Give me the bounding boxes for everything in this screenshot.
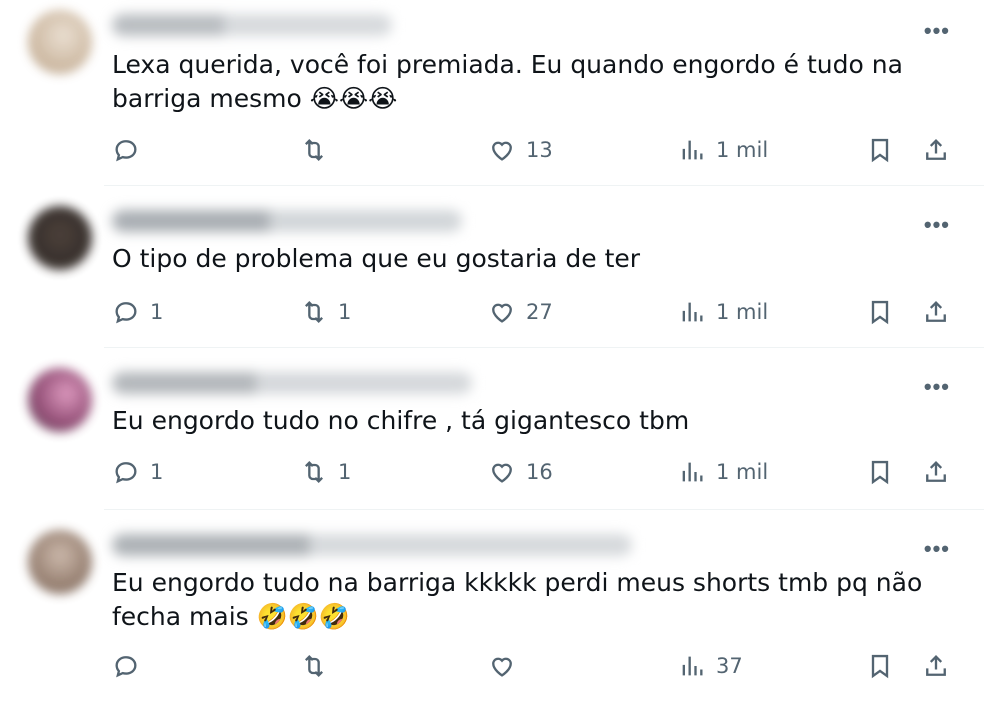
heart-icon <box>492 657 512 677</box>
like-count: 16 <box>526 460 553 484</box>
view-count: 37 <box>716 654 743 678</box>
retweet-icon <box>305 139 323 161</box>
avatar[interactable] <box>28 530 92 594</box>
action-bar: 13 1 mil <box>112 132 952 168</box>
blurred-user-header <box>112 534 632 556</box>
bookmark-icon <box>871 460 889 485</box>
blurred-user-header <box>112 210 462 232</box>
retweet-button[interactable] <box>300 132 338 168</box>
retweet-button[interactable]: 1 <box>300 294 351 330</box>
like-count: 13 <box>526 138 553 162</box>
like-button[interactable]: 16 <box>488 454 553 490</box>
views-icon <box>682 462 703 482</box>
bookmark-button[interactable] <box>866 294 894 330</box>
tweet[interactable]: ••• O tipo de problema que eu gostaria d… <box>0 186 984 348</box>
like-count: 27 <box>526 300 553 324</box>
share-icon <box>926 655 946 676</box>
heart-icon <box>492 463 512 483</box>
reply-button[interactable] <box>112 132 150 168</box>
tweet-text: Eu engordo tudo no chifre , tá gigantesc… <box>112 406 690 435</box>
bookmark-icon <box>871 138 889 163</box>
more-options-button[interactable]: ••• <box>924 538 950 560</box>
retweet-button[interactable]: 1 <box>300 454 351 490</box>
bookmark-button[interactable] <box>866 132 894 168</box>
avatar[interactable] <box>28 206 92 270</box>
more-options-button[interactable]: ••• <box>924 376 950 398</box>
tweet-text: Lexa querida, você foi premiada. Eu quan… <box>112 50 903 113</box>
like-button[interactable]: 27 <box>488 294 553 330</box>
reply-icon <box>115 462 137 484</box>
retweet-icon <box>305 301 323 323</box>
share-icon <box>926 301 946 322</box>
heart-icon <box>492 303 512 323</box>
share-button[interactable] <box>922 294 950 330</box>
bookmark-button[interactable] <box>866 648 894 684</box>
views-button[interactable]: 1 mil <box>678 294 768 330</box>
views-icon <box>682 656 703 676</box>
tweet-text: O tipo de problema que eu gostaria de te… <box>112 244 641 273</box>
views-icon <box>682 140 703 160</box>
view-count: 1 mil <box>716 300 769 324</box>
retweet-icon <box>305 461 323 483</box>
retweet-count: 1 <box>338 300 352 324</box>
reply-button[interactable]: 1 <box>112 454 163 490</box>
bookmark-icon <box>871 300 889 325</box>
action-bar: 37 <box>112 648 952 684</box>
bookmark-icon <box>871 654 889 679</box>
tweet[interactable]: ••• Lexa querida, você foi premiada. Eu … <box>0 0 984 186</box>
views-button[interactable]: 1 mil <box>678 132 768 168</box>
reply-button[interactable] <box>112 648 150 684</box>
reply-count: 1 <box>150 300 164 324</box>
avatar[interactable] <box>28 10 92 74</box>
tweet[interactable]: ••• Eu engordo tudo no chifre , tá gigan… <box>0 348 984 510</box>
views-button[interactable]: 37 <box>678 648 743 684</box>
share-icon <box>926 139 946 160</box>
share-button[interactable] <box>922 454 950 490</box>
view-count: 1 mil <box>716 460 769 484</box>
blurred-user-header <box>112 372 472 394</box>
tweet-text: Eu engordo tudo na barriga kkkkk perdi m… <box>112 568 923 631</box>
more-options-button[interactable]: ••• <box>924 214 950 236</box>
tweet[interactable]: ••• Eu engordo tudo na barriga kkkkk per… <box>0 510 984 706</box>
bookmark-button[interactable] <box>866 454 894 490</box>
more-options-button[interactable]: ••• <box>924 20 950 42</box>
heart-icon <box>492 141 512 161</box>
avatar[interactable] <box>28 368 92 432</box>
like-button[interactable]: 13 <box>488 132 553 168</box>
reply-icon <box>115 656 137 678</box>
action-bar: 1 1 27 1 mil <box>112 294 952 330</box>
retweet-icon <box>305 655 323 677</box>
retweet-count: 1 <box>338 460 352 484</box>
view-count: 1 mil <box>716 138 769 162</box>
share-icon <box>926 461 946 482</box>
reply-icon <box>115 140 137 162</box>
reply-button[interactable]: 1 <box>112 294 163 330</box>
views-icon <box>682 302 703 322</box>
blurred-user-header <box>112 14 392 36</box>
like-button[interactable] <box>488 648 526 684</box>
action-bar: 1 1 16 1 mil <box>112 454 952 490</box>
share-button[interactable] <box>922 132 950 168</box>
share-button[interactable] <box>922 648 950 684</box>
views-button[interactable]: 1 mil <box>678 454 768 490</box>
reply-icon <box>115 302 137 324</box>
reply-count: 1 <box>150 460 164 484</box>
retweet-button[interactable] <box>300 648 338 684</box>
